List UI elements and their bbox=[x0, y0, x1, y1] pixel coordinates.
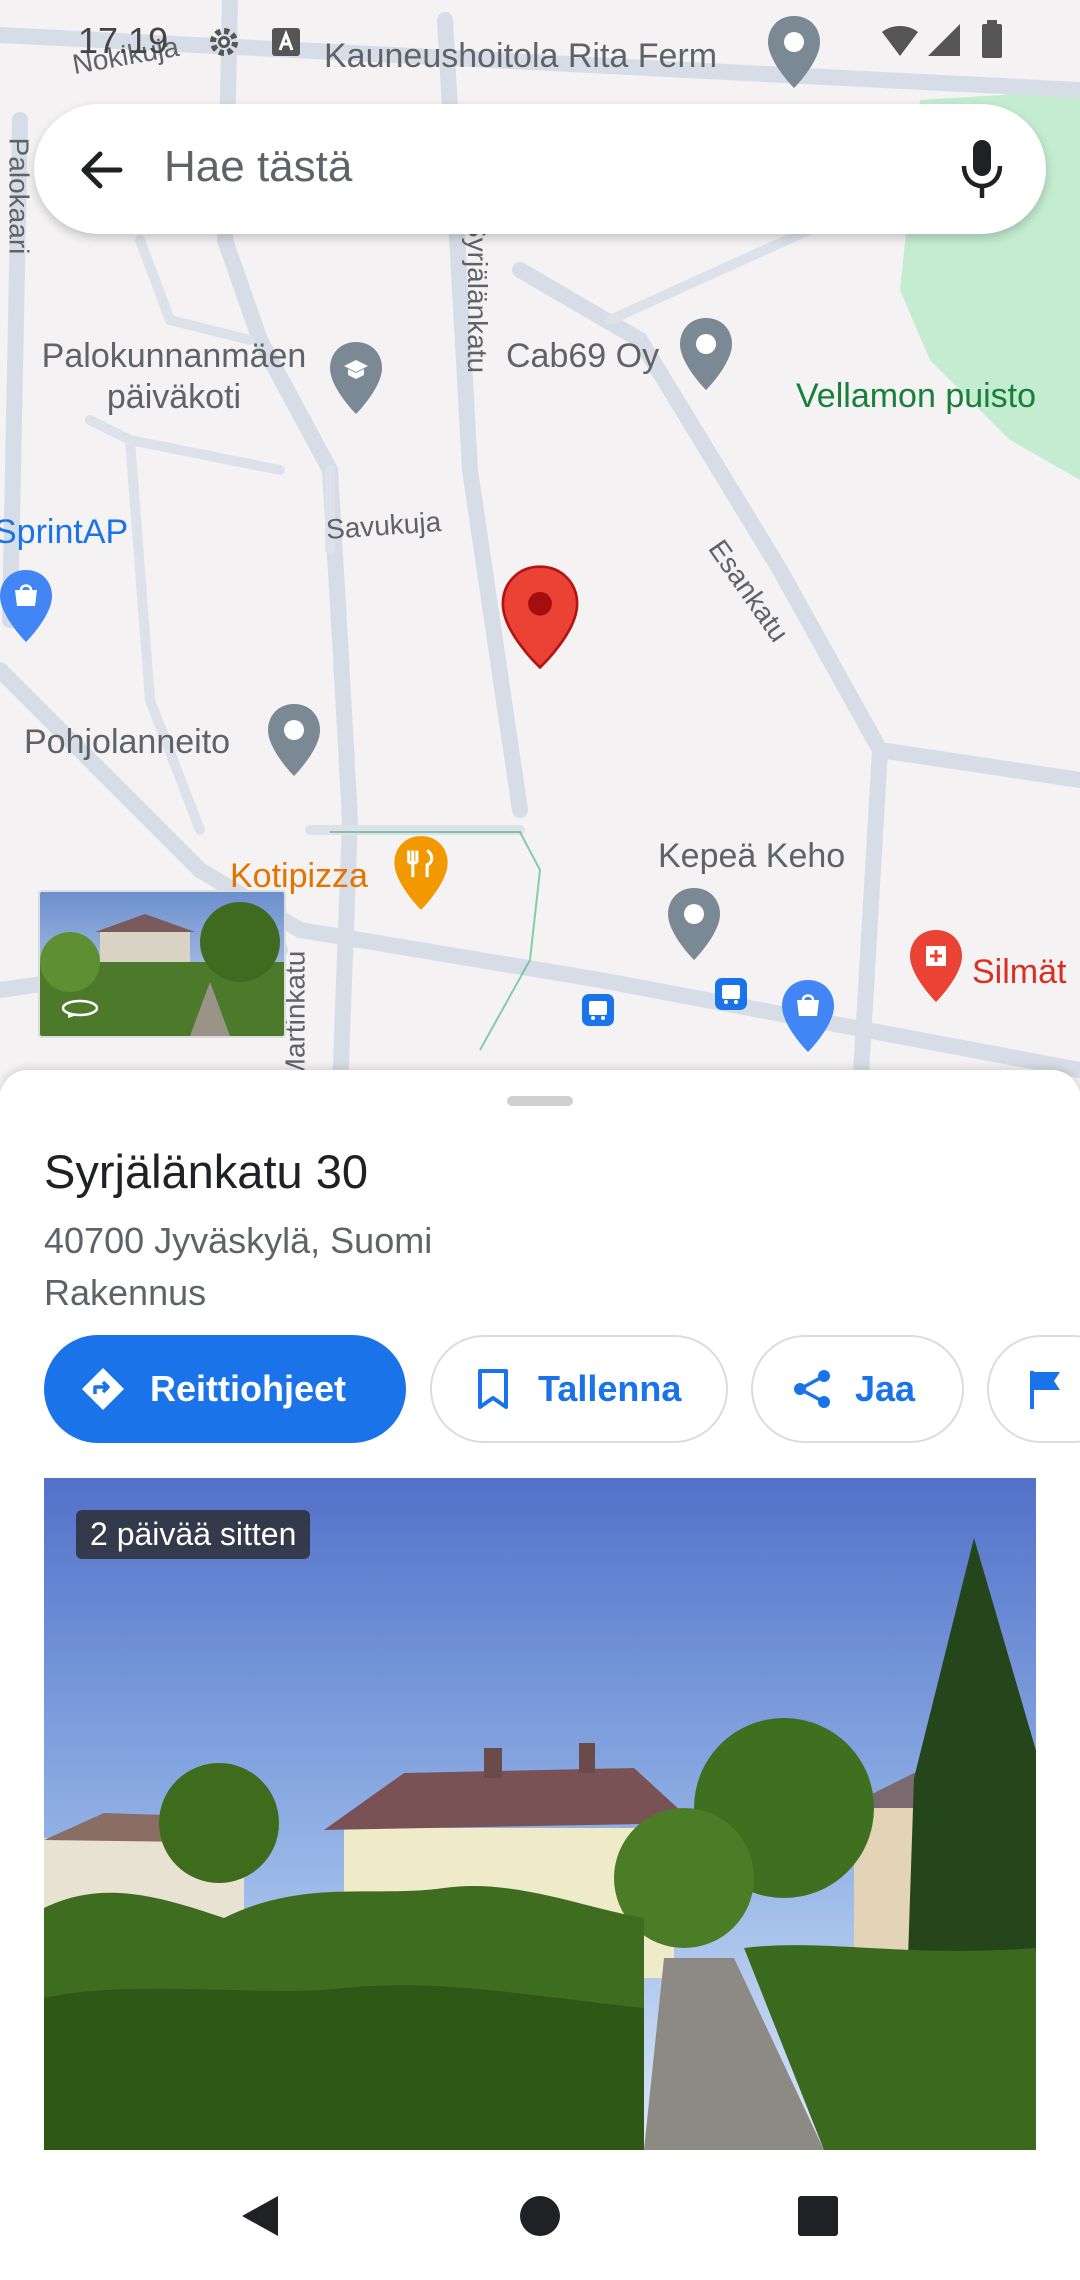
bookmark-icon bbox=[468, 1364, 518, 1414]
poi-label-silmat[interactable]: Silmät bbox=[972, 952, 1066, 993]
selected-location-pin-icon[interactable] bbox=[500, 564, 580, 670]
cellular-signal-icon bbox=[928, 24, 960, 56]
place-details-sheet[interactable]: Syrjälänkatu 30 40700 Jyväskylä, Suomi R… bbox=[0, 1070, 1080, 2150]
wifi-icon bbox=[882, 26, 918, 56]
poi-label-kepea-keho[interactable]: Kepeä Keho bbox=[658, 836, 845, 877]
street-label-syrjalankatu: Syrjälänkatu bbox=[462, 218, 494, 374]
pin-icon[interactable] bbox=[676, 314, 736, 394]
place-title: Syrjälänkatu 30 bbox=[44, 1145, 368, 1198]
nav-home-icon[interactable] bbox=[518, 2194, 562, 2238]
directions-button[interactable]: Reittiohjeet bbox=[44, 1335, 406, 1443]
directions-icon bbox=[78, 1364, 128, 1414]
rotate-360-icon bbox=[61, 999, 99, 1018]
battery-icon bbox=[982, 20, 1002, 58]
report-button[interactable] bbox=[987, 1335, 1080, 1443]
poi-label-sprintap[interactable]: SprintAP bbox=[0, 512, 128, 553]
search-bar[interactable]: Hae tästä bbox=[34, 104, 1046, 234]
street-label-palokaari: Palokaari bbox=[3, 137, 35, 255]
pin-icon[interactable] bbox=[264, 700, 324, 780]
search-input[interactable]: Hae tästä bbox=[164, 142, 352, 192]
save-label: Tallenna bbox=[538, 1368, 682, 1409]
poi-label-cab69[interactable]: Cab69 Oy bbox=[506, 336, 659, 377]
directions-label: Reittiohjeet bbox=[150, 1368, 347, 1409]
place-category: Rakennus bbox=[44, 1272, 207, 1313]
bus-stop-icon[interactable] bbox=[713, 976, 749, 1012]
arrow-back-icon[interactable] bbox=[74, 142, 130, 198]
street-view-thumbnail[interactable] bbox=[38, 890, 286, 1038]
poi-label-pohjolanneito[interactable]: Pohjolanneito bbox=[24, 722, 230, 763]
mic-icon[interactable] bbox=[952, 134, 1012, 204]
shopping-icon[interactable] bbox=[778, 976, 838, 1056]
flag-icon bbox=[1021, 1364, 1071, 1414]
drag-handle[interactable] bbox=[507, 1096, 573, 1106]
nav-back-icon[interactable] bbox=[236, 2192, 284, 2240]
settings-gear-icon bbox=[210, 28, 238, 56]
status-bar: 17.19 bbox=[0, 0, 1080, 80]
system-navigation-bar bbox=[0, 2150, 1080, 2280]
place-address: 40700 Jyväskylä, Suomi bbox=[44, 1220, 433, 1261]
street-view-photo-image bbox=[44, 1478, 1036, 2150]
share-icon bbox=[787, 1364, 837, 1414]
shopping-icon[interactable] bbox=[0, 566, 56, 646]
status-time: 17.19 bbox=[78, 20, 169, 61]
share-button[interactable]: Jaa bbox=[751, 1335, 964, 1443]
poi-label-vellamon-puisto[interactable]: Vellamon puisto bbox=[796, 376, 1036, 417]
school-icon[interactable] bbox=[326, 338, 386, 418]
accessibility-text-icon bbox=[272, 28, 300, 56]
pin-icon[interactable] bbox=[664, 884, 724, 964]
street-view-photo[interactable]: 2 päivää sitten bbox=[44, 1478, 1036, 2150]
bus-stop-icon[interactable] bbox=[580, 992, 616, 1028]
poi-label-paivakoti-text: Palokunnanmäen päiväkoti bbox=[41, 337, 307, 416]
medical-icon[interactable] bbox=[906, 926, 966, 1006]
poi-label-paivakoti[interactable]: Palokunnanmäen päiväkoti bbox=[24, 336, 324, 418]
nav-recents-icon[interactable] bbox=[796, 2194, 840, 2238]
share-label: Jaa bbox=[855, 1368, 916, 1409]
restaurant-icon[interactable] bbox=[390, 832, 452, 914]
photo-date-badge: 2 päivää sitten bbox=[76, 1510, 311, 1559]
save-button[interactable]: Tallenna bbox=[430, 1335, 728, 1443]
